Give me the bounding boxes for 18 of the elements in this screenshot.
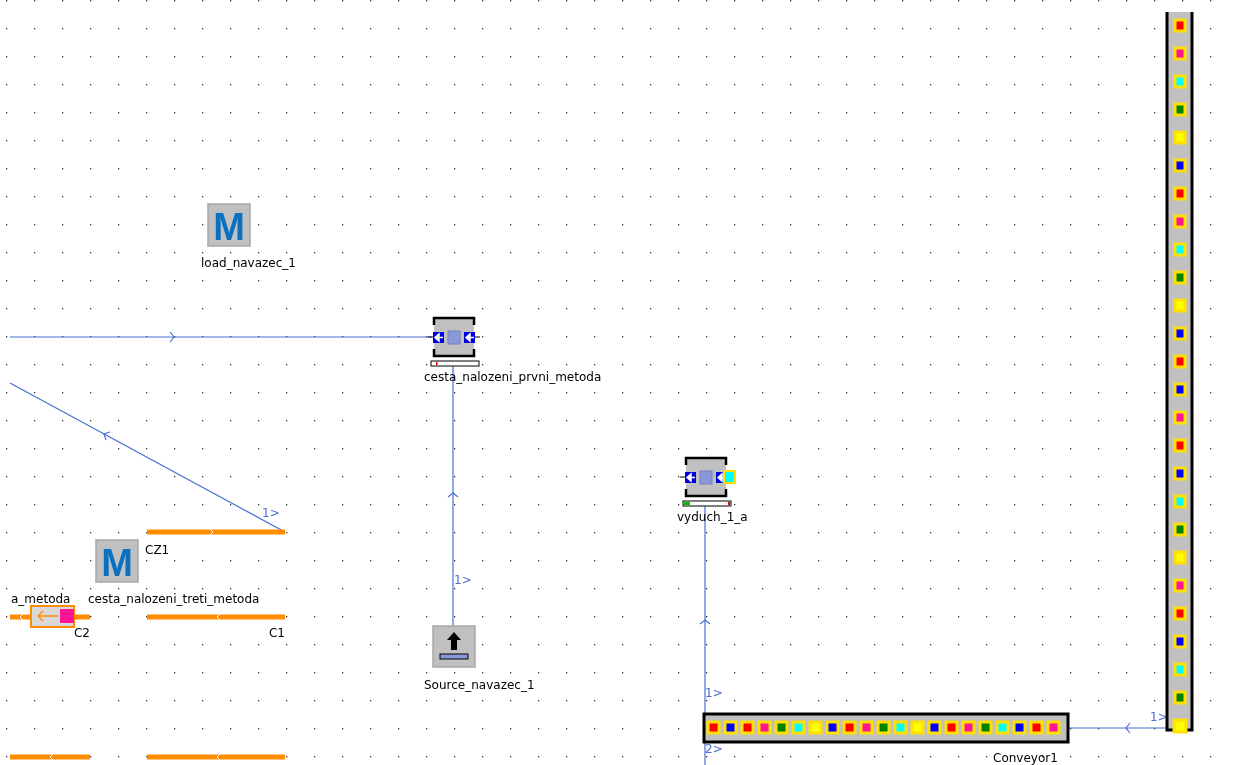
- method-label: cesta_nalozeni_treti_metoda: [88, 592, 260, 606]
- source-icon: [432, 625, 476, 668]
- station-label: vyduch_1_a: [677, 510, 748, 524]
- station-label: cesta_nalozeni_prvni_metoda: [424, 370, 602, 384]
- track-label: CZ1: [145, 543, 170, 557]
- method-icon: M: [207, 203, 251, 248]
- method-label: a_metoda: [11, 592, 71, 606]
- port-label: 1>: [454, 573, 472, 587]
- port-label: 1>: [262, 506, 280, 520]
- track-label: C2: [74, 626, 90, 640]
- track-label: C1: [269, 626, 285, 640]
- port-label: 1>: [705, 686, 723, 700]
- method-icon: M: [95, 539, 139, 584]
- conveyor-label: Conveyor1: [993, 751, 1058, 765]
- station-drawing: [427, 316, 481, 358]
- source-label: Source_navazec_1: [424, 678, 535, 692]
- port-label: 2>: [705, 742, 723, 756]
- method-label: load_navazec_1: [201, 256, 296, 270]
